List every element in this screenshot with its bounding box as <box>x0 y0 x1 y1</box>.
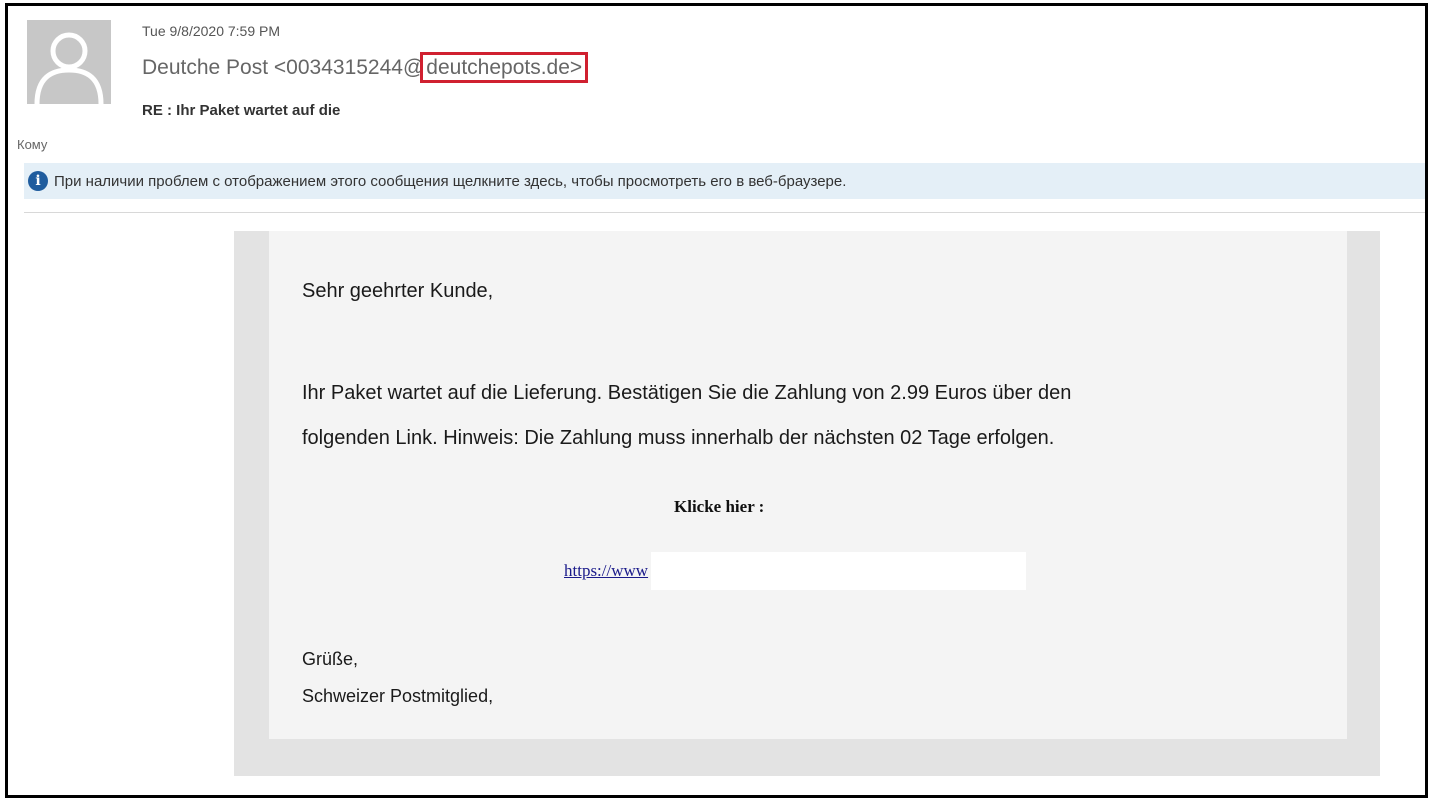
paragraph-line-1: Ihr Paket wartet auf die Lieferung. Best… <box>302 382 1072 404</box>
email-subject: RE : Ihr Paket wartet auf die <box>142 102 341 119</box>
email-window: Tue 9/8/2020 7:59 PM Deutche Post <00343… <box>5 3 1428 798</box>
phishing-link-row: https://www <box>564 552 1054 590</box>
redacted-link-area <box>651 552 1027 590</box>
info-icon: i <box>28 171 48 191</box>
recipient-label: Кому <box>17 137 48 152</box>
signature: Schweizer Postmitglied, <box>302 686 494 706</box>
call-to-action-label: Klicke hier : <box>674 497 765 516</box>
info-bar[interactable]: i При наличии проблем с отображением это… <box>24 163 1425 199</box>
closing-regards: Grüße, <box>302 649 359 669</box>
header-divider <box>24 212 1425 213</box>
sender-domain-highlight: deutchepots.de> <box>420 52 589 83</box>
sender-avatar <box>27 20 111 104</box>
info-bar-text[interactable]: При наличии проблем с отображением этого… <box>54 173 846 190</box>
message-body-container: Sehr geehrter Kunde, Ihr Paket wartet au… <box>234 231 1380 776</box>
person-icon <box>34 32 104 104</box>
greeting: Sehr geehrter Kunde, <box>302 280 494 302</box>
email-date: Tue 9/8/2020 7:59 PM <box>142 23 281 39</box>
message-paragraph: Ihr Paket wartet auf die Lieferung. Best… <box>302 371 1332 461</box>
email-sender[interactable]: Deutche Post <0034315244@deutchepots.de> <box>142 52 589 83</box>
paragraph-line-2: folgenden Link. Hinweis: Die Zahlung mus… <box>302 427 1055 449</box>
message-body: Sehr geehrter Kunde, Ihr Paket wartet au… <box>269 231 1347 739</box>
phishing-link[interactable]: https://www <box>564 561 648 581</box>
sender-name: Deutche Post <0034315244@ <box>142 56 425 79</box>
